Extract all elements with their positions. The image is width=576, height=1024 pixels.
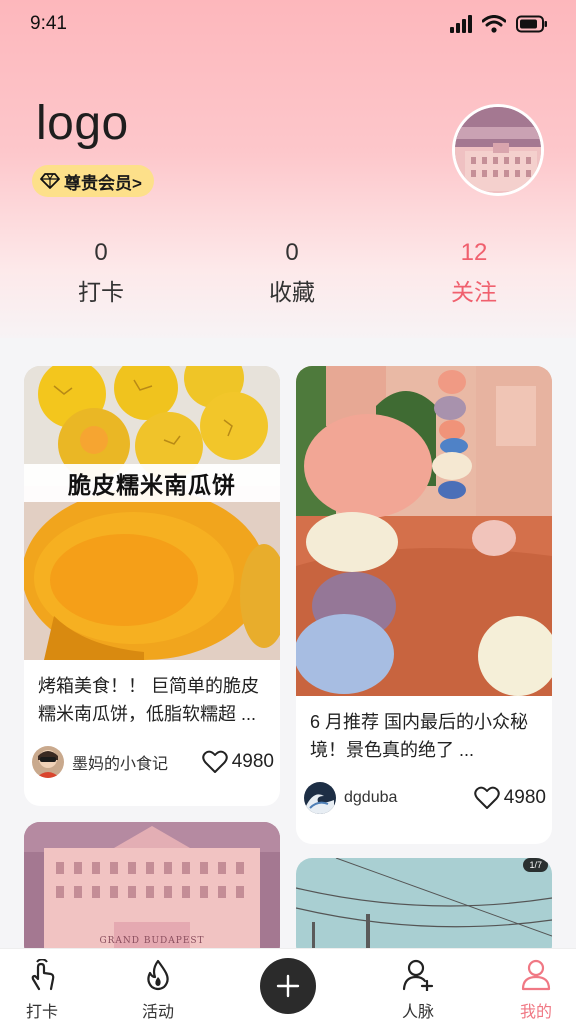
flame-icon <box>147 959 169 991</box>
vip-label: 尊贵会员> <box>64 173 142 193</box>
likes-count: 4980 <box>503 787 546 808</box>
plus-icon <box>276 974 300 998</box>
tab-checkin[interactable]: 打卡 <box>2 958 82 1022</box>
stat-checkin-label: 打卡 <box>78 279 124 305</box>
card-title: 6 月推荐 国内最后的小众秘境！景色真的绝了 ... <box>310 712 529 760</box>
add-user-icon <box>402 959 434 993</box>
create-post-button[interactable] <box>260 958 316 1014</box>
author-avatar <box>304 782 336 814</box>
card-footer: dgduba 4980 <box>304 780 546 816</box>
diamond-icon <box>40 173 60 189</box>
status-time: 9:41 <box>30 13 67 34</box>
wifi-icon <box>482 15 506 33</box>
stat-following[interactable]: 12 关注 <box>414 238 534 312</box>
stat-favorites-label: 收藏 <box>269 279 315 305</box>
user-avatar[interactable] <box>452 104 544 196</box>
like-button[interactable]: 4980 <box>201 750 274 774</box>
card-image: 脆皮糯米南瓜饼 <box>24 366 280 660</box>
author-avatar <box>32 746 64 778</box>
tab-profile[interactable]: 我的 <box>496 959 576 1022</box>
tab-profile-label: 我的 <box>519 1004 552 1021</box>
feed-card[interactable]: GRAND BUDAPEST <box>24 822 280 962</box>
card-footer: 墨妈的小食记 4980 <box>32 744 274 780</box>
author-info[interactable]: dgduba <box>304 782 397 814</box>
app-logo: logo <box>36 97 129 150</box>
status-icons <box>450 15 548 33</box>
card-image <box>296 366 552 696</box>
profile-icon <box>521 959 551 991</box>
status-bar: 9:41 <box>0 0 576 48</box>
feed-card[interactable]: 1/7 <box>296 858 552 962</box>
author-name: 墨妈的小食记 <box>72 756 169 773</box>
tab-checkin-label: 打卡 <box>25 1004 58 1021</box>
author-name: dgduba <box>344 789 398 806</box>
card-image-caption: GRAND BUDAPEST <box>99 936 205 946</box>
tab-activity[interactable]: 活动 <box>118 959 198 1022</box>
stat-checkin-value: 0 <box>94 239 108 266</box>
signal-icon <box>450 15 472 33</box>
card-image <box>296 858 552 962</box>
like-button[interactable]: 4980 <box>473 786 546 810</box>
stat-following-value: 12 <box>460 239 488 266</box>
stats-row: 0 打卡 0 收藏 12 关注 <box>0 238 576 318</box>
battery-icon <box>516 15 547 33</box>
feed-card[interactable]: 6 月推荐 国内最后的小众秘境！景色真的绝了 ... dgduba 4980 <box>296 366 552 844</box>
stat-favorites-value: 0 <box>285 239 299 266</box>
likes-count: 4980 <box>231 751 274 772</box>
card-title: 烤箱美食！！ 巨简单的脆皮糯米南瓜饼，低脂软糯超 ... <box>38 676 259 724</box>
tab-activity-label: 活动 <box>141 1004 174 1021</box>
tap-hand-icon <box>31 958 55 991</box>
heart-icon <box>473 786 500 809</box>
heart-icon <box>201 750 228 773</box>
tab-network[interactable]: 人脉 <box>378 959 458 1022</box>
tab-network-label: 人脉 <box>401 1004 434 1021</box>
stat-favorites[interactable]: 0 收藏 <box>232 238 352 312</box>
vip-badge[interactable]: 尊贵会员> <box>32 165 154 197</box>
card-image-caption: 脆皮糯米南瓜饼 <box>24 464 280 502</box>
stat-checkin[interactable]: 0 打卡 <box>41 238 161 312</box>
stat-following-label: 关注 <box>451 279 497 305</box>
feed-card[interactable]: 脆皮糯米南瓜饼 烤箱美食！！ 巨简单的脆皮糯米南瓜饼，低脂软糯超 ... 墨妈的… <box>24 366 280 806</box>
author-info[interactable]: 墨妈的小食记 <box>32 746 168 778</box>
image-count-badge: 1/7 <box>523 858 548 872</box>
